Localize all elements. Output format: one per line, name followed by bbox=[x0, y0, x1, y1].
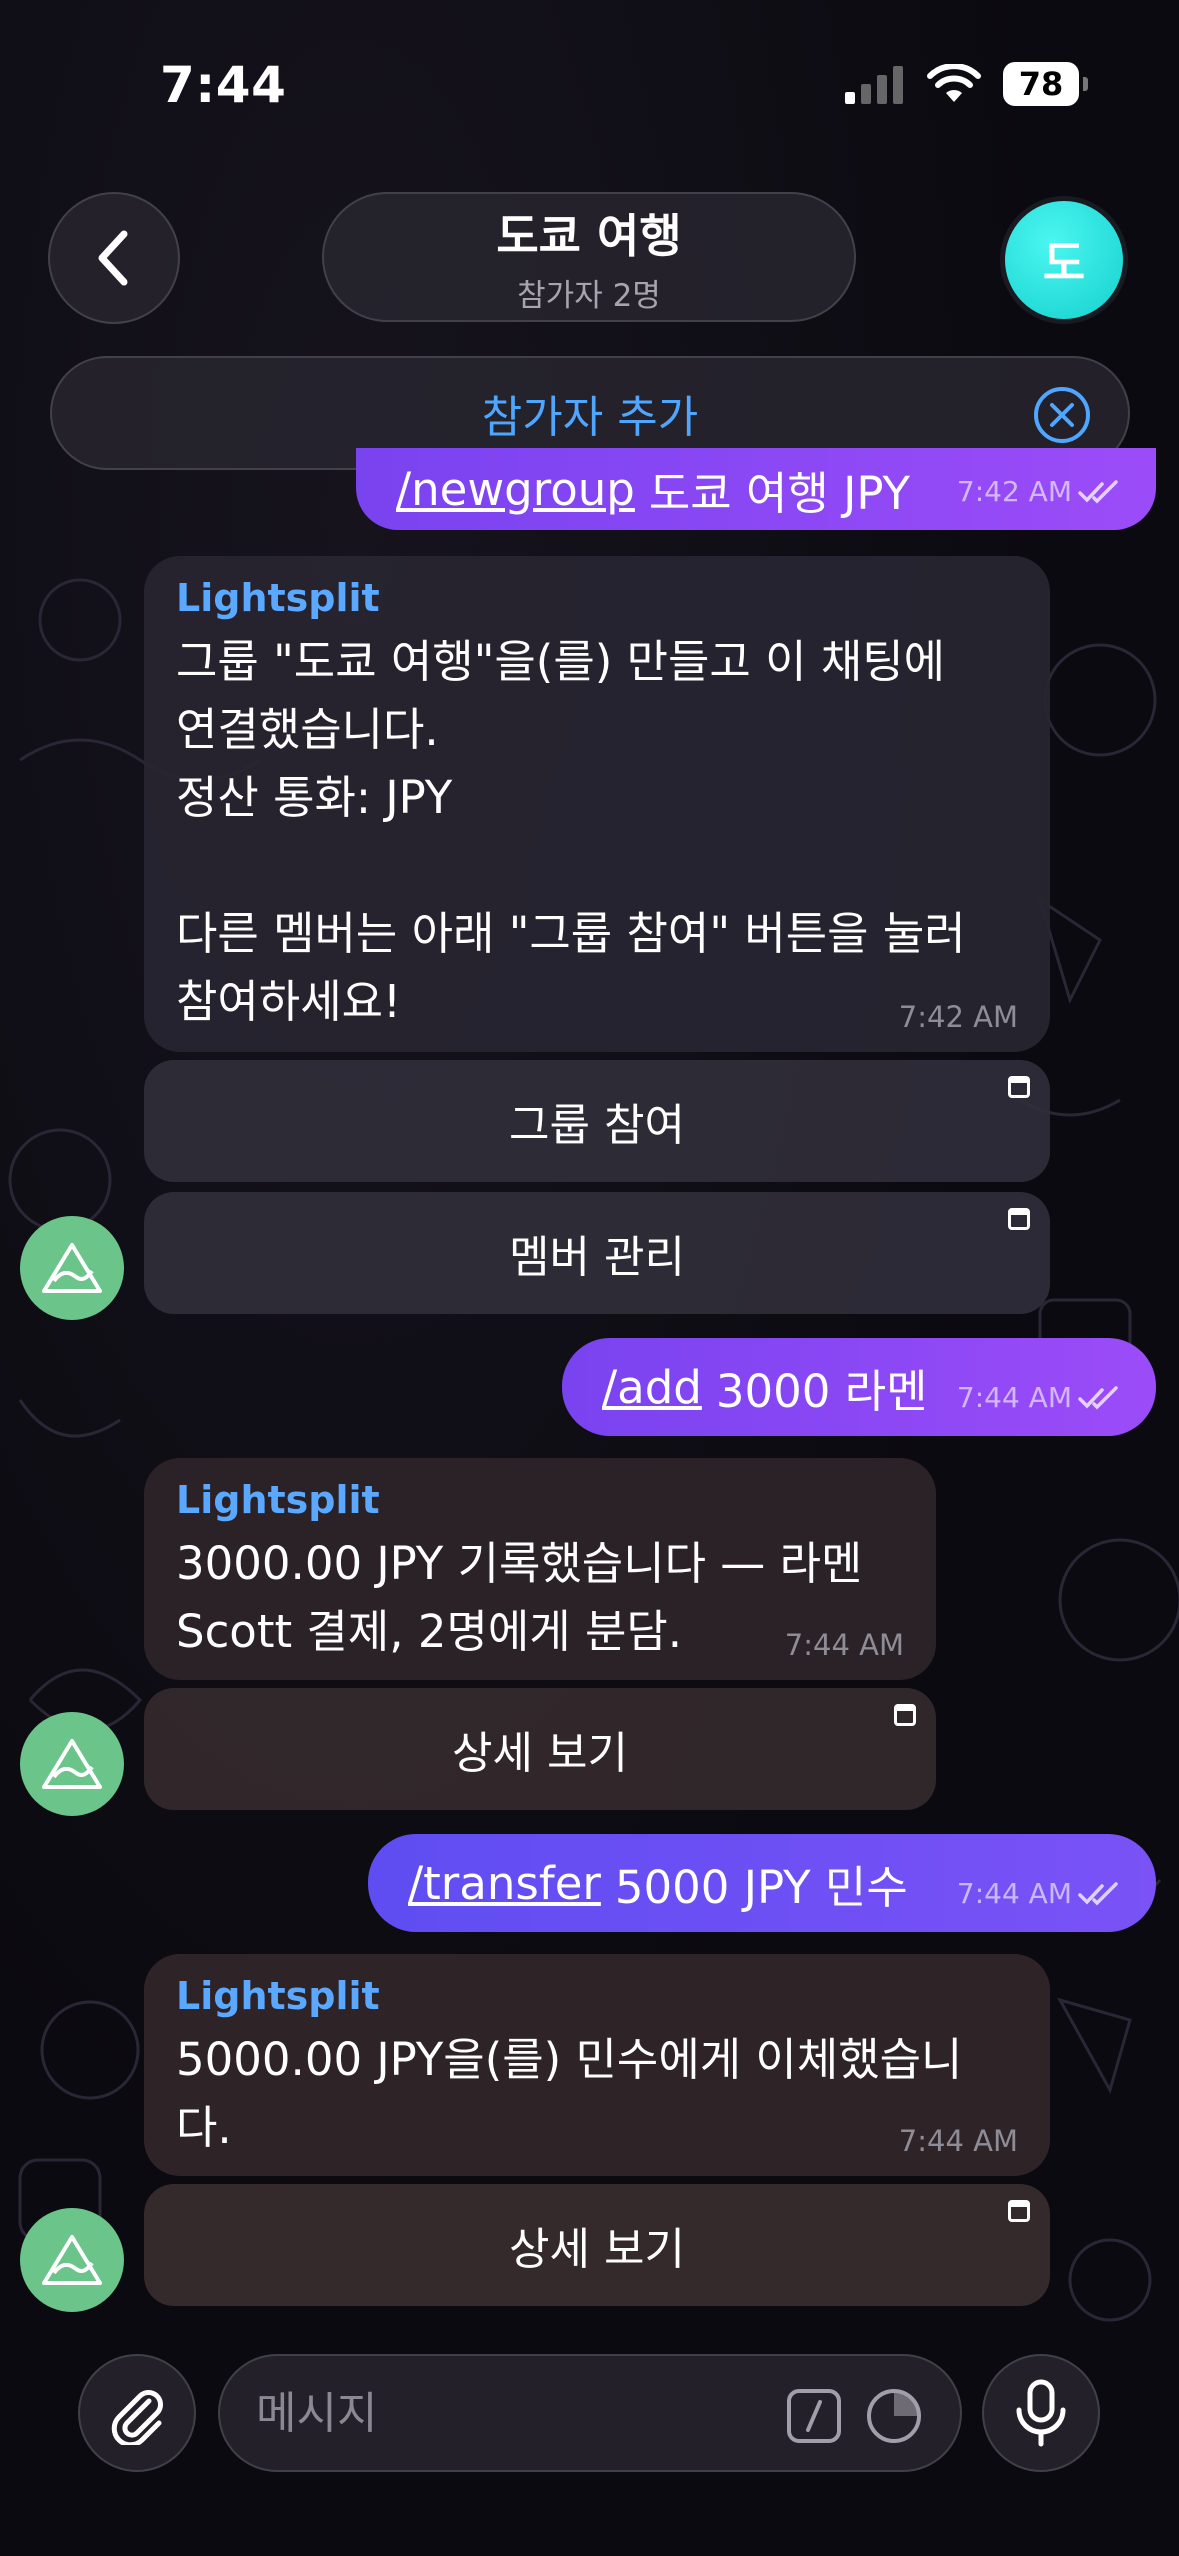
message-time: 7:44 AM bbox=[956, 1381, 1072, 1414]
slash-command-icon[interactable] bbox=[786, 2388, 842, 2444]
status-icons: 78 bbox=[845, 62, 1088, 106]
inline-button-corner-icon bbox=[1008, 1208, 1030, 1230]
bot-message: Lightsplit 5000.00 JPY을(를) 민수에게 이체했습니 다.… bbox=[144, 1954, 1050, 2176]
bot-avatar[interactable] bbox=[20, 1216, 124, 1320]
close-circle-icon[interactable] bbox=[1032, 385, 1092, 445]
microphone-icon bbox=[1016, 2379, 1066, 2447]
message-meta: 7:44 AM bbox=[957, 1381, 1122, 1414]
message-meta: 7:44 AM bbox=[957, 1877, 1122, 1910]
outgoing-message[interactable]: /transfer 5000 JPY 민수 7:44 AM bbox=[368, 1834, 1156, 1932]
button-label: 상세 보기 bbox=[509, 2224, 685, 2275]
bot-message: Lightsplit 3000.00 JPY 기록했습니다 — 라멘 Scott… bbox=[144, 1458, 936, 1680]
signal-icon bbox=[845, 66, 903, 104]
outgoing-message[interactable]: /add 3000 라멘 7:44 AM bbox=[562, 1338, 1156, 1436]
bot-avatar[interactable] bbox=[20, 1712, 124, 1816]
command-link[interactable]: /newgroup bbox=[396, 463, 635, 516]
read-check-icon bbox=[1078, 1385, 1118, 1409]
sender-name[interactable]: Lightsplit bbox=[176, 576, 1018, 620]
manage-members-button[interactable]: 멤버 관리 bbox=[144, 1192, 1050, 1314]
add-participant-label: 참가자 추가 bbox=[481, 392, 699, 443]
view-details-button[interactable]: 상세 보기 bbox=[144, 1688, 936, 1810]
sticker-icon[interactable] bbox=[864, 2386, 924, 2446]
join-group-button[interactable]: 그룹 참여 bbox=[144, 1060, 1050, 1182]
message-time: 7:42 AM bbox=[956, 475, 1072, 508]
message-text: 도쿄 여행 JPY bbox=[648, 466, 910, 520]
message-time: 7:44 AM bbox=[956, 1877, 1072, 1910]
message-meta: 7:42 AM bbox=[957, 475, 1122, 508]
inline-button-corner-icon bbox=[1008, 1076, 1030, 1098]
status-time: 7:44 bbox=[160, 56, 287, 114]
message-text: 3000 라멘 bbox=[715, 1364, 928, 1418]
view-details-button[interactable]: 상세 보기 bbox=[144, 2184, 1050, 2306]
sender-name[interactable]: Lightsplit bbox=[176, 1974, 1018, 2018]
back-button[interactable] bbox=[48, 192, 180, 324]
button-label: 그룹 참여 bbox=[509, 1100, 685, 1151]
attach-icon bbox=[111, 2390, 163, 2445]
chat-title: 도쿄 여행 bbox=[496, 208, 682, 263]
avatar-letter: 도 bbox=[1042, 236, 1086, 290]
message-input-bar[interactable] bbox=[218, 2354, 962, 2472]
inline-button-corner-icon bbox=[894, 1704, 916, 1726]
command-link[interactable]: /add bbox=[602, 1361, 702, 1414]
attach-button[interactable] bbox=[78, 2354, 196, 2472]
microphone-button[interactable] bbox=[982, 2354, 1100, 2472]
button-label: 상세 보기 bbox=[452, 1728, 628, 1779]
chat-title-pill[interactable]: 도쿄 여행 참가자 2명 bbox=[322, 192, 856, 322]
wifi-icon bbox=[927, 64, 981, 102]
bot-message: Lightsplit 그룹 "도쿄 여행"을(를) 만들고 이 채팅에 연결했습… bbox=[144, 556, 1050, 1052]
bot-avatar[interactable] bbox=[20, 2208, 124, 2312]
message-time: 7:44 AM bbox=[784, 1628, 904, 1662]
command-link[interactable]: /transfer bbox=[408, 1857, 601, 1910]
outgoing-message[interactable]: /newgroup 도쿄 여행 JPY 7:42 AM bbox=[356, 448, 1156, 530]
message-time: 7:44 AM bbox=[898, 2124, 1018, 2158]
read-check-icon bbox=[1078, 1881, 1118, 1905]
button-label: 멤버 관리 bbox=[509, 1232, 685, 1283]
bot-logo-icon bbox=[42, 2235, 102, 2285]
message-text: 5000 JPY 민수 bbox=[614, 1860, 908, 1914]
participant-count: 참가자 2명 bbox=[517, 277, 661, 314]
back-icon bbox=[98, 230, 128, 286]
bot-logo-icon bbox=[42, 1739, 102, 1789]
battery-indicator: 78 bbox=[1003, 62, 1088, 106]
inline-button-corner-icon bbox=[1008, 2200, 1030, 2222]
group-avatar[interactable]: 도 bbox=[1000, 196, 1128, 324]
chat-screen: 7:44 78 도쿄 여행 참가자 2명 도 참가자 추가 /newgroup … bbox=[0, 0, 1179, 2556]
bot-logo-icon bbox=[42, 1243, 102, 1293]
message-text: 그룹 "도쿄 여행"을(를) 만들고 이 채팅에 연결했습니다. 정산 통화: … bbox=[176, 635, 966, 1028]
message-time: 7:42 AM bbox=[898, 1000, 1018, 1034]
message-input[interactable] bbox=[256, 2387, 756, 2439]
message-text: 5000.00 JPY을(를) 민수에게 이체했습니 다. bbox=[176, 2033, 963, 2154]
read-check-icon bbox=[1078, 479, 1118, 503]
sender-name[interactable]: Lightsplit bbox=[176, 1478, 904, 1522]
